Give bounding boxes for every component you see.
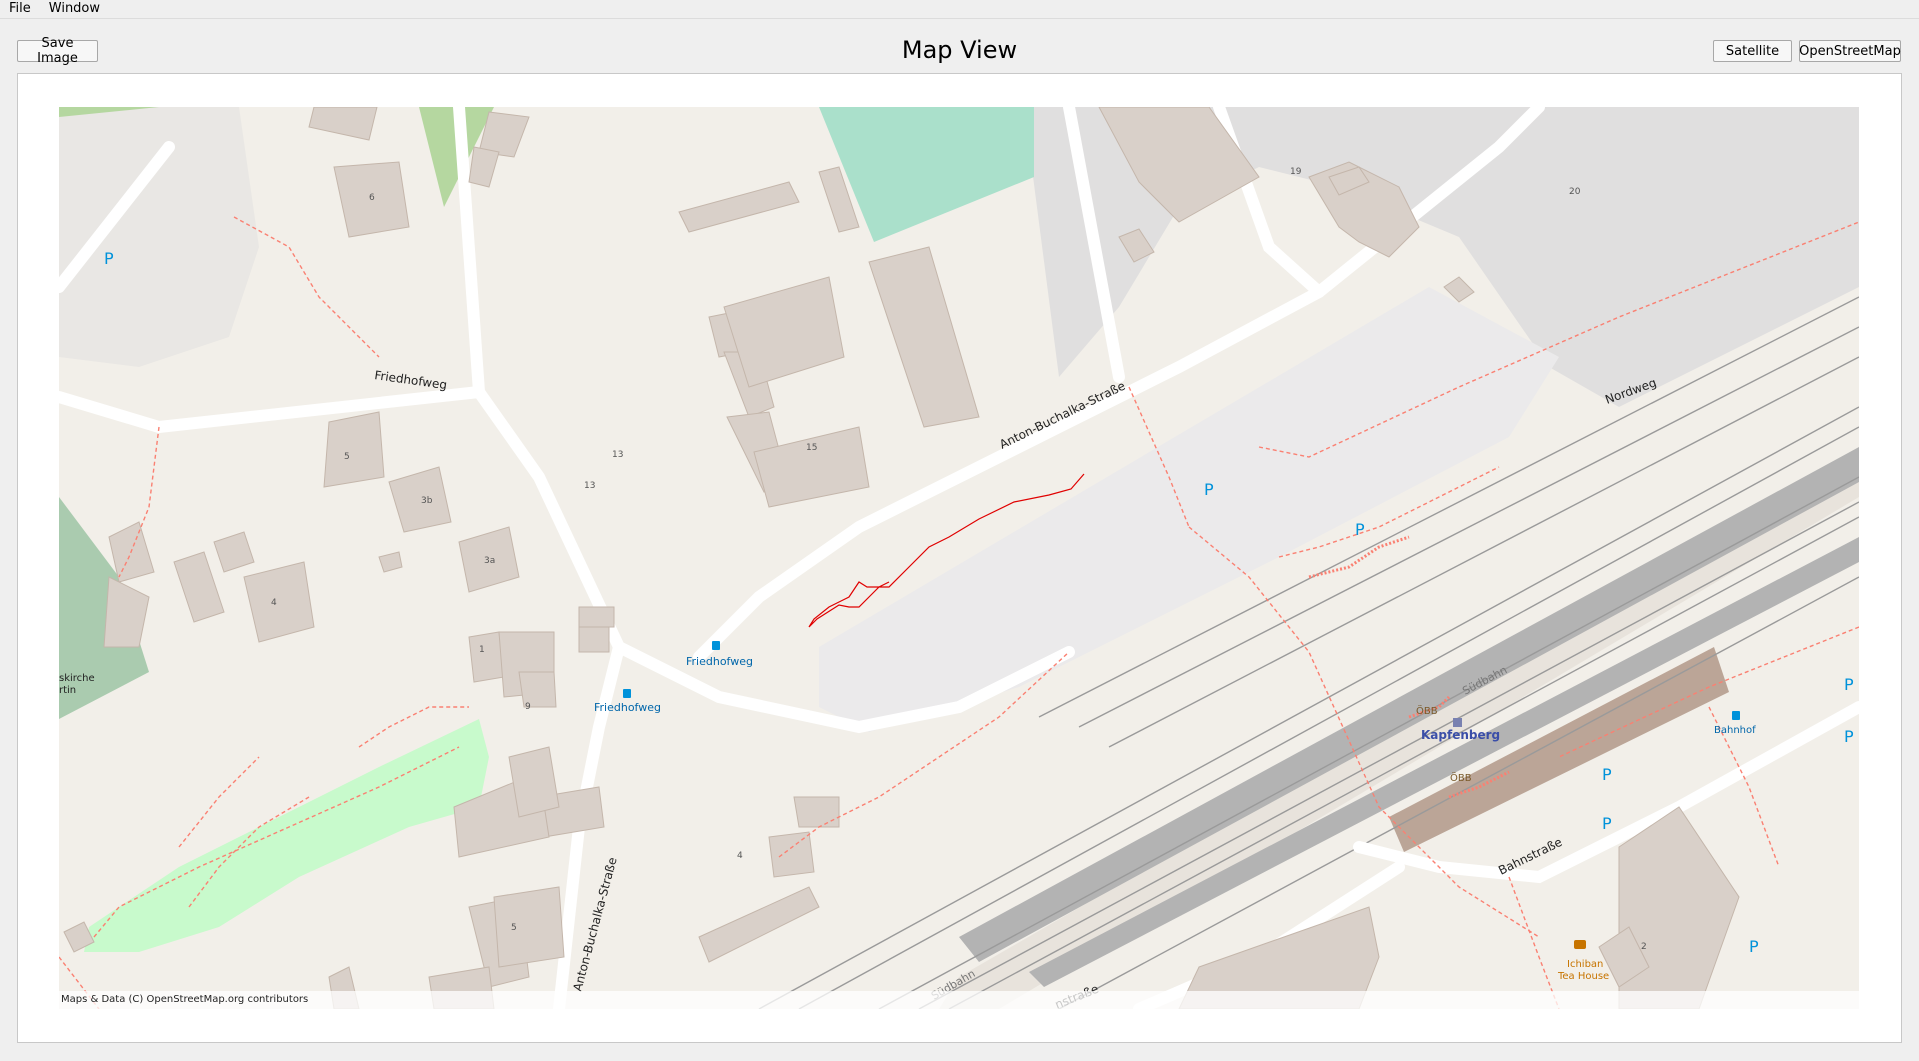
- bus-stop-icon: [623, 689, 631, 698]
- station-kapfenberg: Kapfenberg: [1421, 728, 1500, 742]
- parking-p: P: [1602, 814, 1612, 833]
- house-number: 6: [369, 193, 375, 203]
- house-number: 3a: [484, 556, 495, 566]
- cafe-ichiban-line1: Ichiban: [1567, 959, 1603, 970]
- house-number: 19: [1290, 167, 1302, 177]
- satellite-button[interactable]: Satellite: [1713, 40, 1792, 62]
- street-friedhofweg: Friedhofweg: [374, 368, 448, 392]
- station-icon: [1453, 718, 1462, 727]
- church-label-line1: skirche: [59, 673, 95, 684]
- bus-stop-icon: [712, 641, 720, 650]
- house-number: 5: [511, 923, 517, 933]
- house-number: 5: [344, 452, 350, 462]
- parking-p: P: [1602, 765, 1612, 784]
- parking-p: P: [1749, 937, 1759, 956]
- parking-p: P: [1355, 520, 1365, 539]
- ticket-obb-1: ÖBB: [1416, 704, 1438, 717]
- map-attribution: Maps & Data (C) OpenStreetMap.org contri…: [59, 991, 1859, 1009]
- parking-area-west: [59, 107, 259, 367]
- house-number: 2: [1641, 942, 1647, 952]
- page-title: Map View: [901, 36, 1018, 64]
- house-number: 3b: [421, 496, 433, 506]
- bus-stop-friedhofweg-2: Friedhofweg: [594, 701, 661, 714]
- house-number: 15: [806, 443, 817, 453]
- parking-p: P: [1204, 480, 1214, 499]
- church-label-line2: rtin: [59, 685, 76, 696]
- bus-stop-bahnhof: Bahnhof: [1714, 725, 1756, 736]
- house-number: 4: [737, 851, 743, 861]
- bus-stop-icon: [1732, 711, 1740, 720]
- house-number: 1: [479, 645, 485, 655]
- map-view[interactable]: P P P P P P P P 6 19 20 5 3b 3a 4 13 13 …: [59, 107, 1859, 1009]
- menu-file[interactable]: File: [0, 0, 40, 18]
- house-number: 20: [1569, 187, 1581, 197]
- parking-p: P: [1844, 727, 1854, 746]
- house-number: 4: [271, 598, 277, 608]
- parking-p: P: [1844, 675, 1854, 694]
- ticket-obb-2: ÖBB: [1450, 771, 1472, 784]
- park: [84, 719, 489, 952]
- menu-bar: File Window: [0, 0, 1919, 19]
- map-canvas[interactable]: P P P P P P P P 6 19 20 5 3b 3a 4 13 13 …: [59, 107, 1859, 1009]
- cafe-ichiban-line2: Tea House: [1557, 971, 1609, 982]
- street-anton-upper: Anton-Buchalka-Straße: [997, 379, 1127, 452]
- house-number: 13: [612, 450, 623, 460]
- bus-stop-friedhofweg-1: Friedhofweg: [686, 655, 753, 668]
- cafe-icon: [1574, 940, 1586, 949]
- menu-window[interactable]: Window: [40, 0, 109, 18]
- parking-p: P: [104, 249, 114, 268]
- house-number: 13: [584, 481, 595, 491]
- openstreetmap-button[interactable]: OpenStreetMap: [1799, 40, 1901, 62]
- house-number: 9: [525, 702, 531, 712]
